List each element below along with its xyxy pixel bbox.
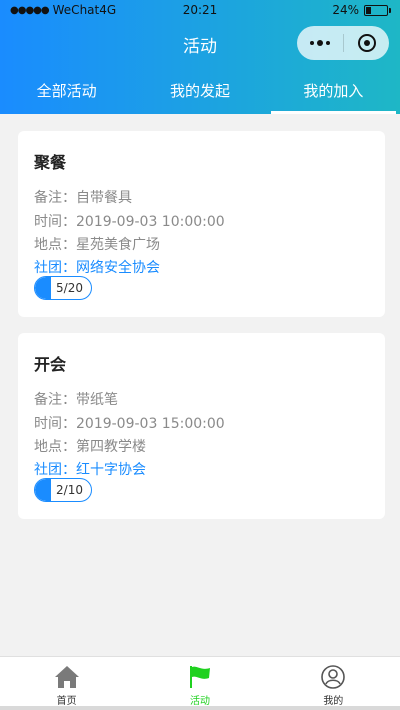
activity-time: 时间：2019-09-03 15:00:00 (34, 416, 225, 432)
tab-all-activities[interactable]: 全部活动 (0, 72, 133, 114)
tab-my-initiated[interactable]: 我的发起 (133, 72, 266, 114)
header: ●●●●● WeChat4G 20:21 24% 活动 全部活动 我的发起 我的… (0, 0, 400, 114)
activity-card[interactable]: 聚餐 备注：自带餐具 时间：2019-09-03 10:00:00 地点：星苑美… (18, 131, 385, 317)
mini-program-capsule (297, 26, 389, 60)
tabbar-activities[interactable]: 活动 (133, 657, 266, 710)
activity-title: 开会 (34, 355, 67, 374)
tabbar-home[interactable]: 首页 (0, 657, 133, 710)
activity-club[interactable]: 社团：红十字协会 (34, 459, 146, 479)
battery-percent: 24% (332, 3, 359, 17)
activity-note: 备注：带纸笔 (34, 392, 118, 408)
progress-text: 2/10 (56, 483, 83, 497)
tabbar-label: 活动 (189, 696, 210, 707)
more-button[interactable] (297, 26, 343, 60)
close-target-icon (357, 34, 376, 52)
close-button[interactable] (344, 26, 389, 60)
flag-icon (189, 666, 210, 688)
activity-place: 地点：星苑美食广场 (34, 237, 160, 253)
activity-note: 备注：自带餐具 (34, 190, 132, 206)
more-dots-icon (310, 41, 314, 45)
status-bar: ●●●●● WeChat4G 20:21 24% (0, 0, 400, 20)
tabbar-mine[interactable]: 我的 (267, 657, 400, 710)
home-icon (54, 666, 79, 688)
tab-my-joined[interactable]: 我的加入 (267, 72, 400, 114)
activity-place: 地点：第四教学楼 (34, 439, 146, 455)
tabbar-label: 我的 (323, 696, 344, 707)
battery-icon (364, 4, 391, 16)
activity-club[interactable]: 社团：网络安全协会 (34, 257, 160, 277)
user-icon (321, 665, 346, 689)
more-dots-icon (317, 40, 323, 46)
progress-text: 5/20 (56, 281, 83, 295)
activity-card[interactable]: 开会 备注：带纸笔 时间：2019-09-03 15:00:00 地点：第四教学… (18, 333, 385, 519)
tab-bar-top: 全部活动 我的发起 我的加入 (0, 72, 400, 114)
tabbar-label: 首页 (56, 696, 77, 707)
bottom-tab-bar: 首页 活动 我的 (0, 656, 400, 710)
participant-progress: 5/20 (34, 276, 92, 300)
activity-title: 聚餐 (34, 153, 67, 172)
participant-progress: 2/10 (34, 478, 92, 502)
more-dots-icon (326, 41, 330, 45)
bottom-edge (0, 706, 400, 710)
activity-time: 时间：2019-09-03 10:00:00 (34, 214, 225, 230)
